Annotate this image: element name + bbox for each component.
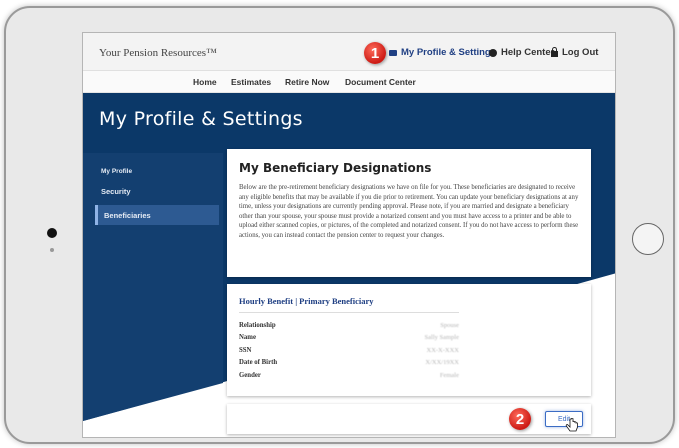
detail-row-relationship: Relationship Spouse [239,319,459,332]
top-bar: Your Pension Resources™ My Profile & Set… [83,33,615,71]
sidebar: My Profile Security Beneficiaries [95,161,219,225]
detail-value: XX-X-XXX [426,346,460,354]
log-out-link[interactable]: Log Out [551,46,599,58]
detail-value: Spouse [440,321,459,329]
detail-label: Date of Birth [239,359,278,367]
detail-label: SSN [239,346,252,354]
designations-description: Below are the pre-retirement beneficiary… [239,184,579,239]
detail-value: Sally Sample [424,334,459,342]
detail-value: Female [439,371,459,379]
nav-retire-now[interactable]: Retire Now [285,77,329,87]
home-button[interactable] [632,223,664,255]
beneficiary-card-title: Hourly Benefit | Primary Beneficiary [239,296,459,313]
actions-card: 2 Edit [227,404,591,434]
detail-row-name: Name Sally Sample [239,332,459,345]
page-title: My Profile & Settings [99,108,303,130]
detail-value: X/XX/19XX [425,359,459,367]
detail-row-ssn: SSN XX-X-XXX [239,344,459,357]
lock-icon [551,46,558,57]
callout-2: 2 [509,408,531,430]
nav-home[interactable]: Home [193,77,217,87]
detail-row-date-of-birth: Date of Birth X/XX/19XX [239,357,459,370]
brand-logo: Your Pension Resources™ [99,47,217,59]
sidebar-item-beneficiaries[interactable]: Beneficiaries [95,205,219,225]
detail-label: Relationship [239,321,276,329]
nav-estimates[interactable]: Estimates [231,77,271,87]
my-profile-settings-link[interactable]: My Profile & Settings [389,47,496,58]
main-nav: Home Estimates Retire Now Document Cente… [83,71,615,93]
detail-label: Gender [239,371,261,379]
callout-1: 1 [364,42,386,64]
detail-label: Name [239,334,256,342]
info-icon [489,48,497,57]
help-center-link[interactable]: Help Center [489,47,554,58]
designations-card: My Beneficiary Designations Below are th… [227,149,591,277]
log-out-label: Log Out [562,47,599,58]
designations-title: My Beneficiary Designations [239,161,432,175]
help-center-label: Help Center [501,47,555,58]
page-header-band: My Profile & Settings [83,93,615,153]
my-profile-settings-label: My Profile & Settings [401,47,497,58]
detail-row-gender: Gender Female [239,369,459,382]
sensor-dot [50,248,54,252]
document-icon [389,49,397,56]
hand-pointer-icon [565,418,578,432]
beneficiary-card: Hourly Benefit | Primary Beneficiary Rel… [227,284,591,396]
tablet-frame: Your Pension Resources™ My Profile & Set… [4,6,675,444]
tablet-screen: Your Pension Resources™ My Profile & Set… [82,32,616,438]
camera-icon [47,228,57,238]
sidebar-item-my-profile[interactable]: My Profile [95,161,219,181]
sidebar-item-security[interactable]: Security [95,181,219,201]
nav-document-center[interactable]: Document Center [345,77,416,87]
